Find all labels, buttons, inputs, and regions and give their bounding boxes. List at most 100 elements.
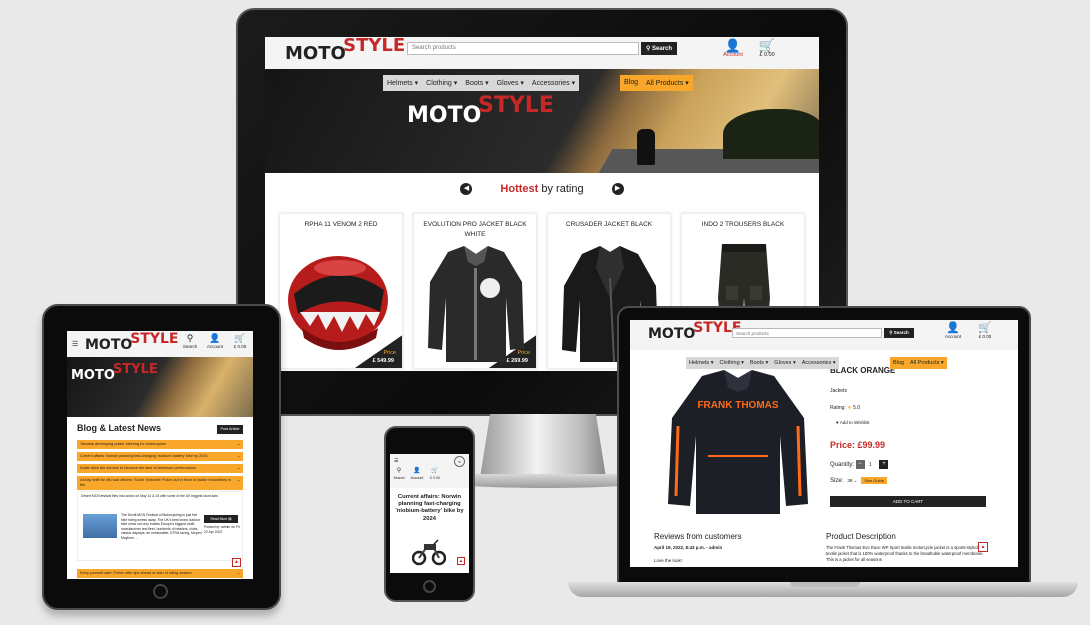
- account-link[interactable]: 👤 Account: [204, 333, 226, 349]
- monitor-stand: [480, 414, 606, 478]
- reviews-heading: Reviews from customers: [654, 532, 742, 541]
- back-to-top-button[interactable]: ▲: [232, 558, 241, 567]
- phone-header: ☰ M ⚲ Search 👤 Account 🛒 £ 0.00: [390, 454, 469, 488]
- nav-boots[interactable]: Boots ▾: [747, 357, 771, 369]
- hero-logo: MOTOSTYLE: [407, 93, 554, 128]
- hottest-heading: ◀ Hottest by rating ▶: [265, 183, 819, 196]
- account-label: Account: [723, 52, 743, 58]
- tablet-home-button: [153, 584, 168, 599]
- nav-gloves[interactable]: Gloves ▾: [771, 357, 798, 369]
- hero-banner: MOTOSTYLE: [67, 357, 253, 417]
- hottest-rest: by rating: [538, 183, 584, 195]
- cart-link[interactable]: 🛒 £ 0.00: [426, 468, 444, 480]
- nav-accessories[interactable]: Accessories ▾: [528, 75, 579, 91]
- site-header: MOTOSTYLE Search products ⚲ Search 👤 Acco…: [630, 320, 1018, 350]
- nav-boots[interactable]: Boots ▾: [461, 75, 492, 91]
- news-item[interactable]: Current affairs: Norwin planning fast-ch…: [77, 452, 243, 461]
- site-logo[interactable]: MOTOSTYLE: [85, 332, 178, 352]
- heart-icon: ♥: [836, 420, 839, 425]
- nav-blog[interactable]: Blog: [620, 75, 642, 91]
- nav-blog[interactable]: Blog: [890, 357, 907, 369]
- carousel-prev-button[interactable]: ◀: [460, 183, 473, 196]
- product-name: INDO 2 TROUSERS BLACK: [701, 221, 785, 228]
- account-link[interactable]: 👤 Account: [408, 468, 426, 480]
- news-title: Keep yourself safe: Police offer tips ah…: [80, 571, 192, 575]
- cart-total: £ 0.00: [759, 52, 775, 58]
- product-card[interactable]: RPHA 11 VENOM 2 RED Price £ 549.99: [279, 213, 403, 369]
- search-input[interactable]: Search products: [407, 42, 639, 55]
- search-icon: ⚲: [396, 468, 402, 474]
- hero-logo: MOTOSTYLE: [71, 362, 158, 383]
- product-price: Price £ 549.99: [370, 350, 396, 364]
- cart-link[interactable]: 🛒 £ 0.00: [974, 322, 996, 340]
- read-more-button[interactable]: Read More ▤: [204, 515, 238, 523]
- page-title: Blog & Latest News: [77, 423, 162, 433]
- news-item[interactable]: A busy shift for off-road officers: Sout…: [77, 476, 243, 490]
- decrement-button[interactable]: −: [855, 460, 865, 469]
- chevron-down-icon: ⌄: [236, 466, 240, 470]
- size-guide-button[interactable]: Size Guide: [861, 477, 887, 484]
- product-rating: Rating: ★ 5.0: [830, 405, 860, 411]
- quantity-label: Quantity:: [830, 462, 855, 469]
- news-item[interactable]: Yamaha developing power steering for mot…: [77, 440, 243, 449]
- news-excerpt: The Devitt MCN Festival of Motorcycling …: [121, 513, 202, 540]
- news-item[interactable]: Dollar ditch the chrome to become the fa…: [77, 464, 243, 473]
- cart-total: £ 0.00: [430, 475, 440, 480]
- cart-total: £ 0.00: [233, 343, 247, 349]
- account-link[interactable]: 👤 Account: [942, 323, 964, 340]
- nav-clothing[interactable]: Clothing ▾: [716, 357, 746, 369]
- back-to-top-button[interactable]: ▲: [457, 557, 465, 565]
- search-input[interactable]: Search products: [732, 328, 882, 338]
- nav-gloves[interactable]: Gloves ▾: [493, 75, 528, 91]
- account-link[interactable]: 👤 Account: [720, 39, 746, 58]
- tablet-screen: ☰ MOTOSTYLE ⚲ Search 👤 Account 🛒 £ 0.00 MOT…: [67, 331, 253, 579]
- nav-all-products[interactable]: All Products ▾: [642, 75, 693, 91]
- search-label: Search: [393, 475, 405, 480]
- size-select[interactable]: 38 ⌄: [847, 478, 857, 484]
- cart-icon: 🛒: [758, 38, 776, 53]
- cart-icon: 🛒: [978, 322, 992, 334]
- site-logo-badge[interactable]: M: [454, 456, 465, 467]
- menu-icon[interactable]: ☰: [72, 340, 78, 348]
- nav-helmets[interactable]: Helmets ▾: [686, 357, 716, 369]
- news-item[interactable]: Keep yourself safe: Police offer tips ah…: [77, 569, 243, 578]
- cart-total: £ 0.00: [978, 334, 992, 339]
- nav-helmets[interactable]: Helmets ▾: [383, 75, 422, 91]
- news-item-expanded: Desert MCN festival files into action on…: [77, 491, 243, 561]
- news-thumbnail: [83, 514, 117, 538]
- product-name: RPHA 11 VENOM 2 RED: [304, 221, 378, 228]
- search-button-label: Search: [893, 330, 909, 335]
- user-icon: 👤: [724, 38, 742, 53]
- search-toggle[interactable]: ⚲ Search: [390, 468, 408, 480]
- nav-all-products[interactable]: All Products ▾: [907, 357, 947, 369]
- product-card[interactable]: EVOLUTION PRO JACKET BLACK WHITE Price £ …: [413, 213, 537, 369]
- site-logo[interactable]: MOTOSTYLE: [285, 37, 405, 63]
- cart-icon: 🛒: [234, 333, 246, 343]
- back-to-top-button[interactable]: ▲: [978, 542, 988, 552]
- site-logo[interactable]: MOTOSTYLE: [648, 321, 741, 341]
- add-to-cart-button[interactable]: ADD TO CART: [830, 496, 986, 507]
- post-article-button[interactable]: Post Article: [217, 425, 243, 434]
- increment-button[interactable]: +: [879, 460, 889, 469]
- rating-label: Rating:: [830, 405, 846, 411]
- cart-link[interactable]: 🛒 £ 0.00: [755, 39, 779, 58]
- product-name: CRUSADER JACKET BLACK: [565, 221, 653, 228]
- product-category[interactable]: Jackets: [830, 388, 847, 394]
- chevron-down-icon: ⌄: [236, 478, 240, 482]
- search-button[interactable]: ⚲ Search: [884, 328, 914, 338]
- carousel-next-button[interactable]: ▶: [611, 183, 624, 196]
- search-toggle[interactable]: ⚲ Search: [179, 333, 201, 349]
- hero-rider: [637, 129, 655, 165]
- product-image: FRANK THOMAS: [668, 370, 808, 514]
- quantity-input[interactable]: 1: [869, 462, 872, 468]
- nav-clothing[interactable]: Clothing ▾: [422, 75, 461, 91]
- cart-link[interactable]: 🛒 £ 0.00: [229, 333, 251, 349]
- add-to-wishlist-button[interactable]: ♥ Add to Wishlist: [836, 420, 869, 425]
- article-title: Current affairs: Norwin planning fast-ch…: [395, 494, 464, 522]
- nav-accessories[interactable]: Accessories ▾: [799, 357, 839, 369]
- menu-icon[interactable]: ☰: [394, 458, 398, 464]
- description-heading: Product Description: [826, 532, 896, 541]
- user-icon: 👤: [413, 468, 421, 474]
- chevron-down-icon: ⌄: [236, 571, 240, 575]
- search-button[interactable]: ⚲ Search: [641, 42, 677, 55]
